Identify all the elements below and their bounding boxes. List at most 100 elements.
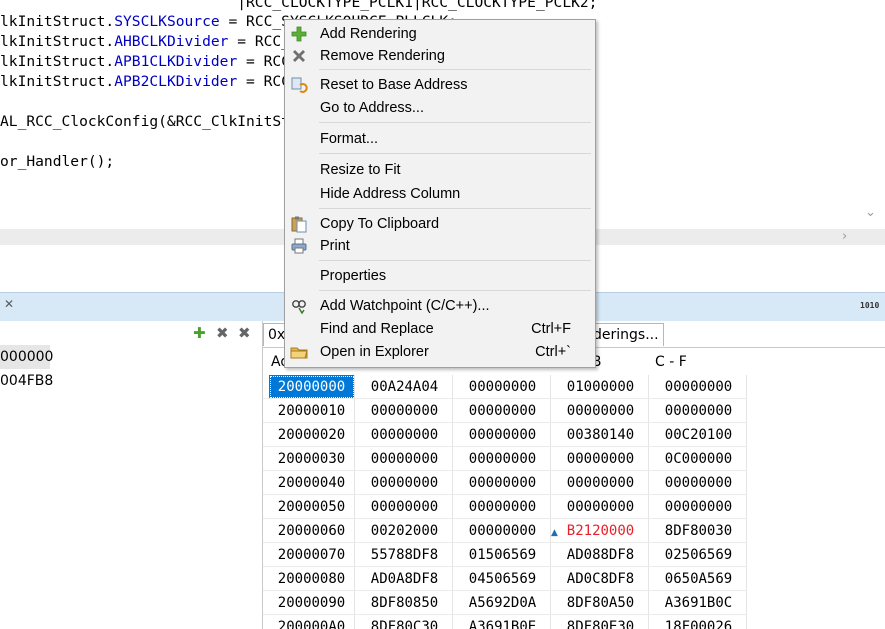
memory-cell[interactable]: 00000000 (455, 375, 551, 399)
menu-item-print[interactable]: Print (285, 235, 595, 257)
list-item[interactable]: 004FB8 (0, 369, 262, 393)
address-cell[interactable]: 20000070 (269, 543, 355, 567)
memory-cell[interactable]: 00000000 (553, 471, 649, 495)
memory-cell[interactable]: 00000000 (553, 495, 649, 519)
memory-cell[interactable]: 00000000 (455, 495, 551, 519)
close-icon[interactable]: ✕ (4, 297, 14, 311)
memory-cell[interactable]: 0650A569 (651, 567, 747, 591)
memory-cell[interactable]: 55788DF8 (357, 543, 453, 567)
address-cell[interactable]: 20000060 (269, 519, 355, 543)
menu-item-hide-address-column[interactable]: Hide Address Column (285, 183, 595, 205)
scroll-down-icon[interactable]: ⌄ (865, 206, 876, 219)
menu-item-resize-to-fit[interactable]: Resize to Fit (285, 159, 595, 181)
memory-cell[interactable]: 00C20100 (651, 423, 747, 447)
editor-vertical-scrollbar[interactable]: ⌃ ⌄ (860, 0, 885, 229)
memory-cell[interactable]: 00000000 (455, 471, 551, 495)
menu-item-label: Remove Rendering (320, 48, 445, 64)
memory-cell[interactable]: 00000000 (455, 447, 551, 471)
menu-separator (319, 208, 591, 209)
address-cell[interactable]: 200000A0 (269, 615, 355, 629)
address-cell[interactable]: 20000050 (269, 495, 355, 519)
menu-item-copy-to-clipboard[interactable]: Copy To Clipboard (285, 213, 595, 235)
code-line: |RCC_CLOCKTYPE_PCLK1|RCC_CLOCKTYPE_PCLK2… (0, 0, 598, 11)
table-row[interactable]: 20000020 00000000 00000000 00380140 00C20100 (263, 423, 885, 447)
memory-cell[interactable]: 8DF80E30 (553, 615, 649, 629)
memory-cell[interactable]: B2120000 (553, 519, 649, 543)
plus-icon[interactable]: ✚ (193, 324, 206, 342)
x-icon (293, 50, 305, 62)
memory-cell[interactable]: 8DF80030 (651, 519, 747, 543)
scroll-right-icon[interactable]: › (842, 230, 847, 243)
table-row[interactable]: 20000080 AD0A8DF8 04506569 AD0C8DF8 0650A569 (263, 567, 885, 591)
memory-cell[interactable]: 00000000 (651, 399, 747, 423)
scroll-up-icon[interactable]: ⌃ (865, 0, 876, 9)
memory-cell[interactable]: A3691B0C (651, 591, 747, 615)
menu-item-label: Add Rendering (320, 26, 417, 42)
memory-cell[interactable]: 02506569 (651, 543, 747, 567)
monitor-list: 000000 004FB8 (0, 345, 262, 393)
memory-monitors-pane: ✚ ✖ ✖ 000000 004FB8 (0, 321, 263, 629)
memory-cell[interactable]: 00000000 (651, 495, 747, 519)
memory-cell[interactable]: 01000000 (553, 375, 649, 399)
memory-cell[interactable]: 00000000 (553, 447, 649, 471)
memory-cell[interactable]: 8DF80850 (357, 591, 453, 615)
memory-cell[interactable]: A3691B0E (455, 615, 551, 629)
table-row[interactable]: 200000A0 8DF80C30 A3691B0E 8DF80E30 18F00026 (263, 615, 885, 629)
address-cell[interactable]: 20000090 (269, 591, 355, 615)
memory-cell[interactable]: 00000000 (651, 471, 747, 495)
menu-item-go-to-address[interactable]: Go to Address... (285, 97, 595, 119)
memory-cell[interactable]: 8DF80C30 (357, 615, 453, 629)
memory-cell[interactable]: 00380140 (553, 423, 649, 447)
memory-cell[interactable]: AD0C8DF8 (553, 567, 649, 591)
memory-cell[interactable]: 00000000 (357, 447, 453, 471)
memory-cell[interactable]: 18F00026 (651, 615, 747, 629)
memory-cell[interactable]: 00000000 (357, 399, 453, 423)
memory-cell[interactable]: A5692D0A (455, 591, 551, 615)
menu-item-reset-to-base-address[interactable]: Reset to Base Address (285, 74, 595, 96)
memory-cell[interactable]: 04506569 (455, 567, 551, 591)
address-cell[interactable]: 20000020 (269, 423, 355, 447)
address-cell[interactable]: 20000030 (269, 447, 355, 471)
menu-item-remove-rendering[interactable]: Remove Rendering (285, 45, 595, 67)
reset-address-icon (291, 77, 308, 93)
memory-cell[interactable]: 00000000 (455, 519, 551, 543)
binary-view-icon[interactable]: 1010 (860, 297, 880, 315)
table-row[interactable]: 20000060 00202000 00000000 B2120000 8DF80030… (263, 519, 885, 543)
table-row[interactable]: 20000040 00000000 00000000 00000000 00000000 (263, 471, 885, 495)
memory-cell[interactable]: 01506569 (455, 543, 551, 567)
remove-all-icon[interactable]: ✖ (238, 324, 251, 342)
table-row[interactable]: 20000050 00000000 00000000 00000000 00000000 (263, 495, 885, 519)
menu-item-format[interactable]: Format... (285, 128, 595, 150)
memory-cell[interactable]: AD0A8DF8 (357, 567, 453, 591)
memory-cell[interactable]: 00000000 (651, 375, 747, 399)
table-row[interactable]: 20000010 00000000 00000000 00000000 00000000 (263, 399, 885, 423)
address-cell[interactable]: 20000040 (269, 471, 355, 495)
menu-item-find-and-replace[interactable]: Find and Replace Ctrl+F (285, 318, 595, 340)
memory-cell[interactable]: 00000000 (455, 423, 551, 447)
memory-cell[interactable]: 8DF80A50 (553, 591, 649, 615)
address-cell[interactable]: 20000010 (269, 399, 355, 423)
x-icon[interactable]: ✖ (216, 324, 229, 342)
memory-cell[interactable]: 00A24A04 (357, 375, 453, 399)
tab-new-renderings[interactable]: derings... (589, 323, 664, 346)
table-row[interactable]: 20000090 8DF80850 A5692D0A 8DF80A50 A3691B0C (263, 591, 885, 615)
menu-item-add-watchpoint[interactable]: Add Watchpoint (C/C++)... (285, 295, 595, 317)
table-row[interactable]: 20000000 00A24A04 00000000 01000000 00000000 (263, 375, 885, 399)
list-item[interactable]: 000000 (0, 345, 53, 369)
memory-cell[interactable]: 00000000 (553, 399, 649, 423)
table-row[interactable]: 20000030 00000000 00000000 00000000 0C000000 (263, 447, 885, 471)
memory-cell[interactable]: 00000000 (357, 423, 453, 447)
menu-item-properties[interactable]: Properties (285, 265, 595, 287)
address-cell[interactable]: 20000000 (269, 375, 355, 399)
menu-item-add-rendering[interactable]: Add Rendering (285, 23, 595, 45)
memory-cell[interactable]: 00000000 (357, 471, 453, 495)
memory-cell[interactable]: AD088DF8 (553, 543, 649, 567)
table-row[interactable]: 20000070 55788DF8 01506569 AD088DF8 02506569 (263, 543, 885, 567)
memory-cell[interactable]: 00000000 (455, 399, 551, 423)
menu-separator (319, 290, 591, 291)
menu-item-open-in-explorer[interactable]: Open in Explorer Ctrl+` (285, 341, 595, 363)
memory-cell[interactable]: 00000000 (357, 495, 453, 519)
memory-cell[interactable]: 0C000000 (651, 447, 747, 471)
memory-cell[interactable]: 00202000 (357, 519, 453, 543)
address-cell[interactable]: 20000080 (269, 567, 355, 591)
